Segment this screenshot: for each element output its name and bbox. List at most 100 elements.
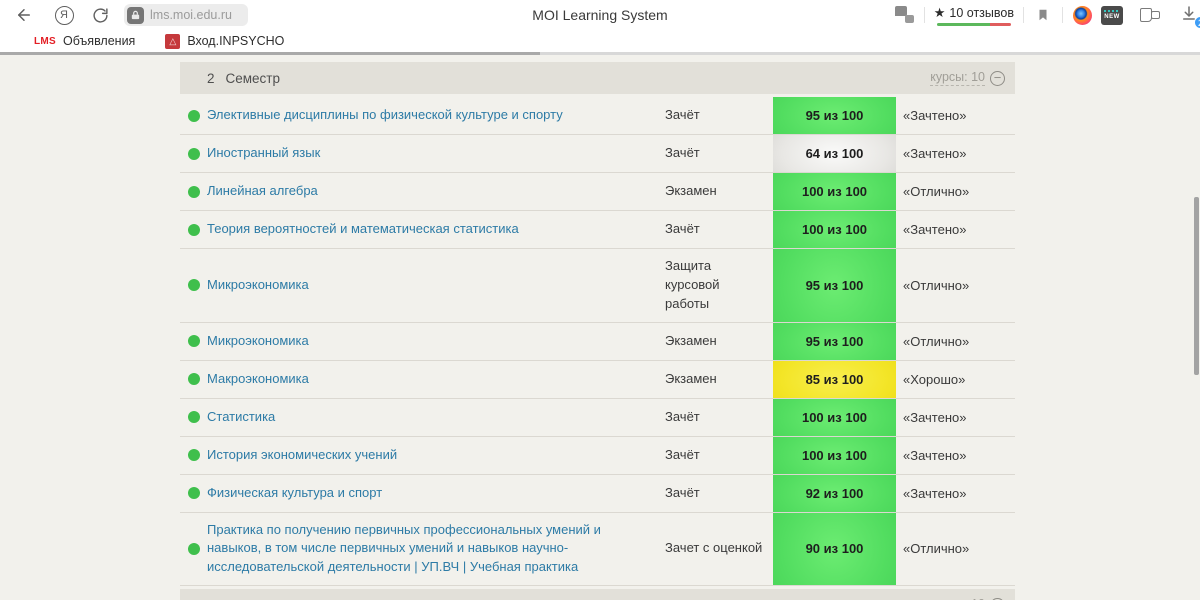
course-grade: «Зачтено» bbox=[903, 222, 967, 237]
tab-groups-button[interactable] bbox=[1138, 3, 1162, 27]
course-link[interactable]: Линейная алгебра bbox=[207, 183, 318, 198]
course-link[interactable]: Теория вероятностей и математическая ста… bbox=[207, 221, 519, 236]
courses-count-link[interactable]: курсы: 10 bbox=[930, 70, 985, 86]
status-cell bbox=[180, 147, 207, 160]
course-grade: «Хорошо» bbox=[903, 371, 966, 387]
status-dot-icon bbox=[188, 373, 200, 386]
course-score-badge: 100 из 100 bbox=[773, 173, 896, 210]
course-link[interactable]: Элективные дисциплины по физической куль… bbox=[207, 107, 563, 122]
semester-title: Семестр bbox=[225, 70, 281, 86]
status-cell bbox=[180, 109, 207, 122]
course-name-cell: Статистика bbox=[207, 400, 665, 435]
course-link[interactable]: Микроэкономика bbox=[207, 277, 309, 292]
course-type: Зачёт bbox=[665, 446, 700, 462]
course-name-cell: Макроэкономика bbox=[207, 362, 665, 397]
course-name-cell: Теория вероятностей и математическая ста… bbox=[207, 212, 665, 247]
browser-chrome: Я lms.moi.edu.ru MOI Learning System ★ 1… bbox=[0, 0, 1200, 55]
bookmark-item-announcements[interactable]: LMS Объявления bbox=[34, 34, 135, 48]
semester-header-3[interactable]: 3 Семестр курсы: 10 + bbox=[180, 589, 1015, 600]
course-link[interactable]: Статистика bbox=[207, 409, 275, 424]
course-rows: Элективные дисциплины по физической куль… bbox=[180, 97, 1015, 587]
grades-table: 2 Семестр курсы: 10 − Элективные дисципл… bbox=[180, 62, 1015, 600]
course-grade: «Отлично» bbox=[903, 277, 970, 293]
course-score-badge: 90 из 100 bbox=[773, 512, 896, 586]
course-score-badge: 95 из 100 bbox=[773, 97, 896, 134]
course-link[interactable]: История экономических учений bbox=[207, 447, 397, 462]
bookmark-button[interactable] bbox=[1031, 3, 1055, 27]
status-dot-icon bbox=[188, 185, 200, 198]
translate-icon bbox=[894, 6, 915, 24]
course-link[interactable]: Иностранный язык bbox=[207, 145, 320, 160]
extension-lens-button[interactable] bbox=[1070, 3, 1094, 27]
reviews-rating-bar bbox=[936, 22, 1011, 26]
page-content: 2 Семестр курсы: 10 − Элективные дисципл… bbox=[0, 55, 1200, 600]
course-link[interactable]: Макроэкономика bbox=[207, 371, 309, 386]
status-dot-icon bbox=[188, 223, 200, 236]
browser-toolbar: Я lms.moi.edu.ru MOI Learning System ★ 1… bbox=[0, 0, 1200, 30]
collapse-icon[interactable]: − bbox=[990, 70, 1005, 86]
course-link[interactable]: Физическая культура и спорт bbox=[207, 485, 382, 500]
course-name-cell: История экономических учений bbox=[207, 438, 665, 473]
url-text: lms.moi.edu.ru bbox=[150, 8, 232, 22]
camera-lens-icon bbox=[1072, 5, 1092, 25]
status-cell bbox=[180, 185, 207, 198]
status-dot-icon bbox=[188, 542, 200, 555]
table-row: Теория вероятностей и математическая ста… bbox=[180, 211, 1015, 249]
course-score-badge: 64 из 100 bbox=[773, 135, 896, 172]
status-cell bbox=[180, 411, 207, 424]
toolbar-right-icons: ★ 10 отзывов NEW bbox=[893, 0, 1200, 30]
star-icon: ★ bbox=[933, 4, 946, 20]
course-score-badge: 100 из 100 bbox=[773, 436, 896, 474]
bookmark-item-inpsycho[interactable]: △ Вход.INPSYCHO bbox=[165, 33, 284, 49]
translate-button[interactable] bbox=[893, 3, 917, 27]
downloads-button[interactable]: 2 bbox=[1180, 3, 1200, 29]
course-link[interactable]: Микроэкономика bbox=[207, 333, 309, 348]
site-reviews-button[interactable]: ★ 10 отзывов bbox=[934, 5, 1014, 26]
course-name-cell: Микроэкономика bbox=[207, 324, 665, 359]
lms-favicon: LMS bbox=[34, 35, 57, 47]
reviews-label: 10 отзывов bbox=[949, 5, 1014, 20]
new-releases-button[interactable]: NEW bbox=[1100, 3, 1124, 27]
course-name-cell: Иностранный язык bbox=[207, 136, 665, 171]
course-grade: «Зачтено» bbox=[903, 409, 967, 425]
course-type: Защита курсовой работы bbox=[665, 258, 720, 311]
course-type: Зачет с оценкой bbox=[665, 540, 763, 556]
yandex-icon: Я bbox=[54, 5, 74, 25]
vertical-scrollbar[interactable] bbox=[1194, 197, 1199, 375]
status-dot-icon bbox=[188, 335, 200, 348]
back-arrow-icon bbox=[18, 9, 30, 21]
status-cell bbox=[180, 487, 207, 500]
table-row: Элективные дисциплины по физической куль… bbox=[180, 97, 1015, 135]
new-releases-icon: NEW bbox=[1101, 5, 1123, 25]
course-grade: «Отлично» bbox=[903, 333, 970, 349]
course-grade: «Зачтено» bbox=[903, 108, 967, 123]
course-name-cell: Микроэкономика bbox=[207, 268, 665, 303]
toolbar-separator bbox=[923, 7, 925, 23]
refresh-button[interactable] bbox=[88, 3, 112, 27]
address-bar[interactable]: lms.moi.edu.ru bbox=[124, 4, 248, 26]
course-score-badge: 95 из 100 bbox=[773, 249, 896, 322]
course-score-badge: 95 из 100 bbox=[773, 322, 896, 360]
table-row: Физическая культура и спорт Зачёт 92 из … bbox=[180, 474, 1015, 513]
course-grade: «Отлично» bbox=[903, 541, 970, 557]
course-type: Экзамен bbox=[665, 332, 717, 348]
toolbar-separator bbox=[1023, 7, 1024, 23]
back-button[interactable] bbox=[12, 3, 36, 27]
course-grade: «Зачтено» bbox=[903, 146, 967, 161]
course-grade: «Зачтено» bbox=[903, 485, 967, 501]
status-cell bbox=[180, 335, 207, 348]
table-row: Статистика Зачёт 100 из 100 «Зачтено» bbox=[180, 398, 1015, 437]
table-row: Иностранный язык Зачёт 64 из 100 «Зачтен… bbox=[180, 135, 1015, 173]
course-grade: «Зачтено» bbox=[903, 447, 967, 463]
semester-header-2[interactable]: 2 Семестр курсы: 10 − bbox=[180, 62, 1015, 94]
course-score-badge: 85 из 100 bbox=[773, 360, 896, 398]
lock-icon bbox=[127, 6, 144, 24]
bookmark-flag-icon bbox=[1039, 9, 1047, 21]
course-type: Экзамен bbox=[665, 183, 717, 199]
course-type: Зачёт bbox=[665, 408, 700, 424]
yandex-button[interactable]: Я bbox=[52, 3, 76, 27]
course-link[interactable]: Практика по получению первичных професси… bbox=[207, 522, 601, 575]
status-dot-icon bbox=[188, 487, 200, 500]
bookmarks-bar: LMS Объявления △ Вход.INPSYCHO bbox=[0, 30, 1200, 52]
semester-number: 2 bbox=[207, 70, 215, 86]
